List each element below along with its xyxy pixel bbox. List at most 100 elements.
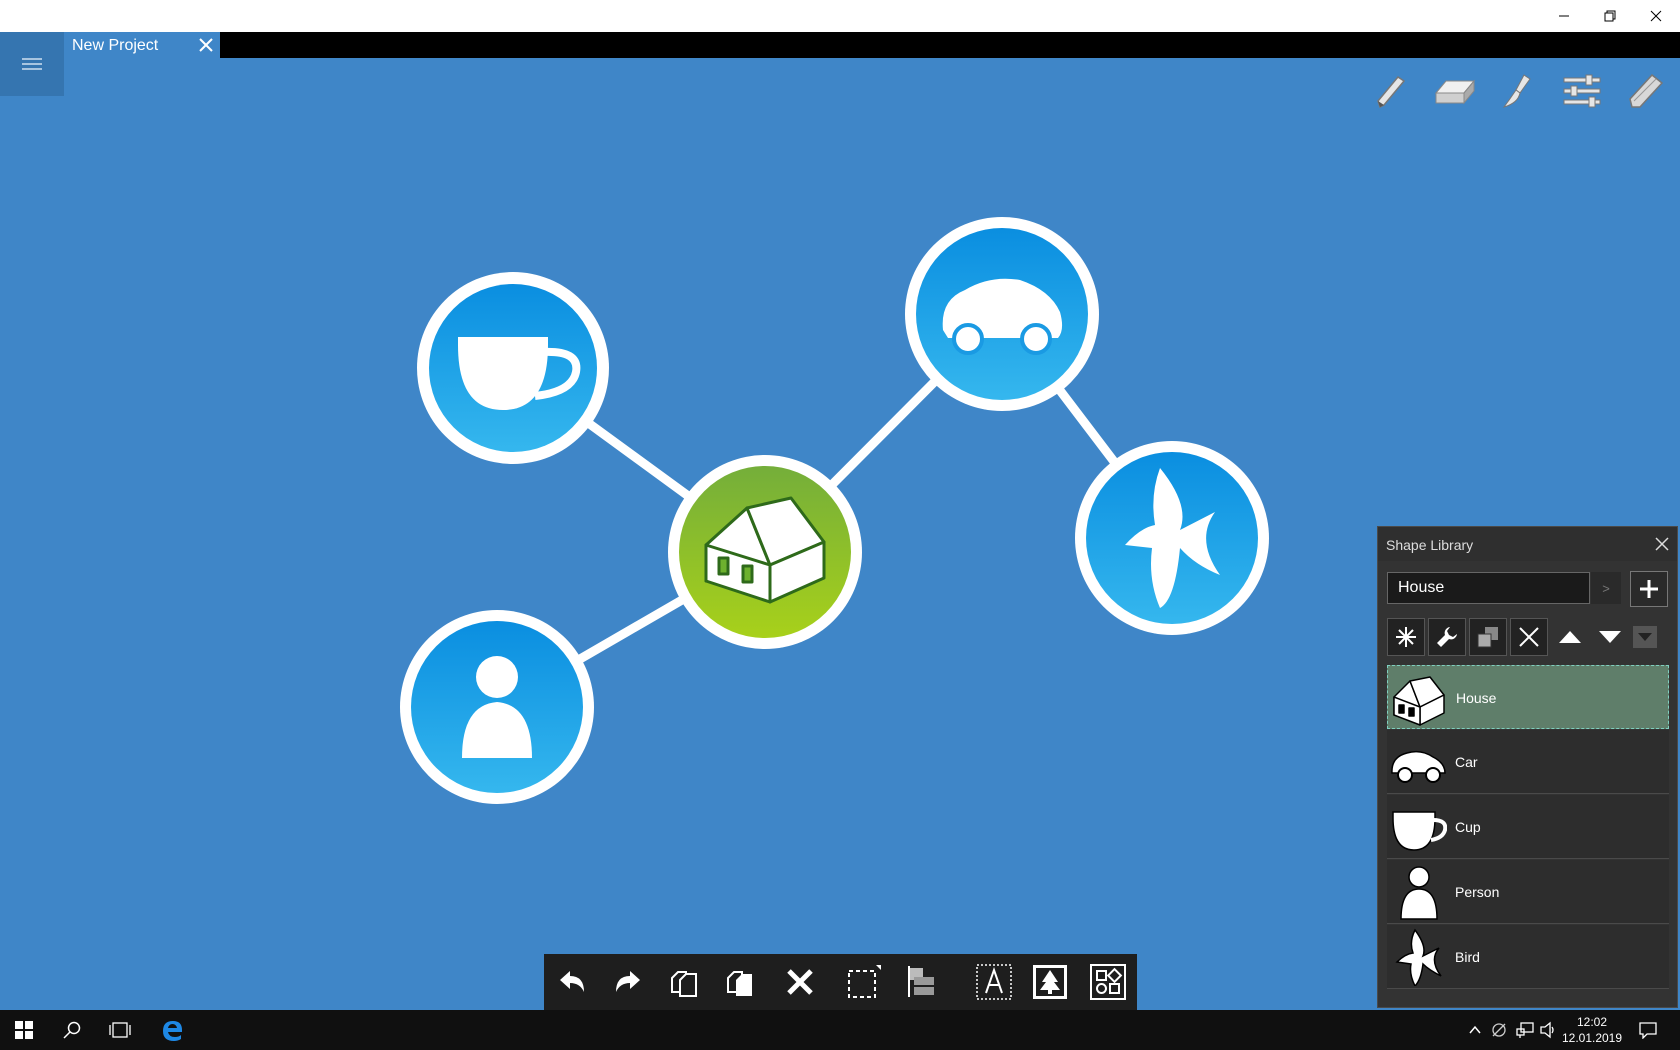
clock-date: 12.01.2019 — [1561, 1031, 1623, 1045]
restore-icon — [1604, 10, 1616, 22]
triangle-down-icon — [1599, 631, 1621, 643]
shape-library-title: Shape Library — [1386, 537, 1474, 553]
shape-item-house[interactable]: House — [1387, 665, 1669, 729]
bottom-toolbar — [544, 954, 1137, 1010]
add-shape-button[interactable] — [1630, 571, 1668, 607]
redo-button[interactable] — [608, 962, 648, 1002]
paste-button[interactable] — [720, 962, 760, 1002]
action-center-button[interactable] — [1624, 1010, 1672, 1050]
select-region-button[interactable] — [844, 962, 884, 1002]
chevron-down-icon — [1638, 633, 1652, 641]
clock-time: 12:02 — [1576, 1015, 1608, 1029]
shape-item-label: Car — [1455, 754, 1478, 770]
tab-strip — [0, 32, 1680, 58]
taskbar: 12:02 12.01.2019 — [0, 1010, 1680, 1050]
shape-item-label: House — [1456, 690, 1497, 706]
network-icon[interactable] — [1516, 1021, 1534, 1039]
tab-new-project[interactable]: New Project — [64, 32, 220, 58]
move-down-button[interactable] — [1591, 618, 1629, 656]
highlighter-icon — [1629, 73, 1664, 108]
tab-title: New Project — [72, 37, 159, 54]
shape-list: House Car Cup Person Bird — [1387, 665, 1669, 995]
window-title-bar — [0, 0, 1680, 32]
shape-library-panel: Shape Library > House — [1377, 526, 1678, 1008]
system-clock[interactable]: 12:02 12.01.2019 — [1560, 1014, 1624, 1046]
shape-item-person[interactable]: Person — [1387, 860, 1669, 924]
node-car[interactable] — [905, 217, 1099, 411]
search-button[interactable] — [48, 1010, 96, 1050]
windows-logo-icon — [15, 1021, 33, 1039]
start-button[interactable] — [0, 1010, 48, 1050]
highlighter-tool-button[interactable] — [1624, 68, 1668, 114]
insert-image-icon — [1033, 965, 1067, 999]
settings-sliders-icon — [1563, 74, 1601, 108]
person-icon — [1400, 866, 1438, 920]
shapes-icon — [1090, 964, 1126, 1000]
new-shape-button[interactable] — [1387, 618, 1425, 656]
eraser-tool-button[interactable] — [1432, 68, 1476, 114]
task-view-button[interactable] — [96, 1010, 144, 1050]
shape-search-input[interactable] — [1387, 572, 1590, 604]
delete-shape-button[interactable] — [1510, 618, 1548, 656]
node-cup[interactable] — [417, 272, 609, 464]
duplicate-shape-button[interactable] — [1469, 618, 1507, 656]
pencil-icon — [1377, 76, 1406, 109]
undo-button[interactable] — [552, 962, 592, 1002]
list-dropdown-button[interactable] — [1633, 626, 1657, 648]
text-icon — [976, 964, 1012, 1000]
cup-icon — [1392, 811, 1447, 851]
location-icon[interactable] — [1490, 1021, 1508, 1039]
chevron-up-icon[interactable] — [1468, 1024, 1482, 1036]
minimize-button[interactable] — [1541, 0, 1587, 32]
notification-icon — [1639, 1022, 1657, 1039]
close-icon — [1650, 10, 1662, 22]
house-icon — [1393, 676, 1445, 726]
move-up-button[interactable] — [1551, 618, 1589, 656]
triangle-up-icon — [1559, 631, 1581, 643]
node-person[interactable] — [400, 610, 594, 804]
redo-icon — [616, 971, 640, 992]
text-tool-button[interactable] — [974, 962, 1014, 1002]
select-region-icon — [848, 965, 881, 998]
layers-button[interactable] — [902, 962, 942, 1002]
shape-item-label: Bird — [1455, 949, 1480, 965]
insert-image-button[interactable] — [1030, 962, 1070, 1002]
paste-icon — [727, 971, 752, 996]
asterisk-icon — [1396, 627, 1416, 647]
close-window-button[interactable] — [1633, 0, 1679, 32]
settings-tool-button[interactable] — [1560, 68, 1604, 114]
shape-item-bird[interactable]: Bird — [1387, 925, 1669, 989]
close-icon — [1519, 627, 1539, 647]
tab-close-icon[interactable] — [198, 37, 214, 53]
volume-icon[interactable] — [1540, 1021, 1558, 1039]
search-go-button[interactable]: > — [1591, 572, 1621, 604]
edge-browser-button[interactable] — [148, 1010, 196, 1050]
minimize-icon — [1559, 15, 1569, 17]
delete-icon — [787, 969, 813, 995]
wrench-icon — [1437, 627, 1457, 647]
shape-item-label: Cup — [1455, 819, 1481, 835]
undo-icon — [560, 971, 584, 992]
bird-icon — [1395, 928, 1442, 986]
brush-tool-button[interactable] — [1496, 68, 1540, 114]
restore-button[interactable] — [1587, 0, 1633, 32]
node-bird[interactable] — [1075, 441, 1269, 635]
node-house[interactable] — [668, 455, 862, 649]
task-view-icon — [109, 1022, 131, 1038]
shapes-button[interactable] — [1088, 962, 1128, 1002]
shape-library-header: Shape Library — [1378, 527, 1677, 561]
car-icon — [1391, 750, 1446, 783]
shape-item-car[interactable]: Car — [1387, 730, 1669, 794]
plus-icon — [1640, 580, 1658, 598]
duplicate-icon — [1477, 627, 1498, 648]
copy-button[interactable] — [664, 962, 704, 1002]
edit-shape-button[interactable] — [1428, 618, 1466, 656]
shape-item-label: Person — [1455, 884, 1500, 900]
eraser-icon — [1434, 79, 1476, 105]
pencil-tool-button[interactable] — [1368, 68, 1412, 114]
delete-button[interactable] — [780, 962, 820, 1002]
edge-browser-icon — [163, 1021, 182, 1041]
panel-close-icon[interactable] — [1653, 535, 1671, 553]
layers-icon — [908, 966, 934, 997]
shape-item-cup[interactable]: Cup — [1387, 795, 1669, 859]
